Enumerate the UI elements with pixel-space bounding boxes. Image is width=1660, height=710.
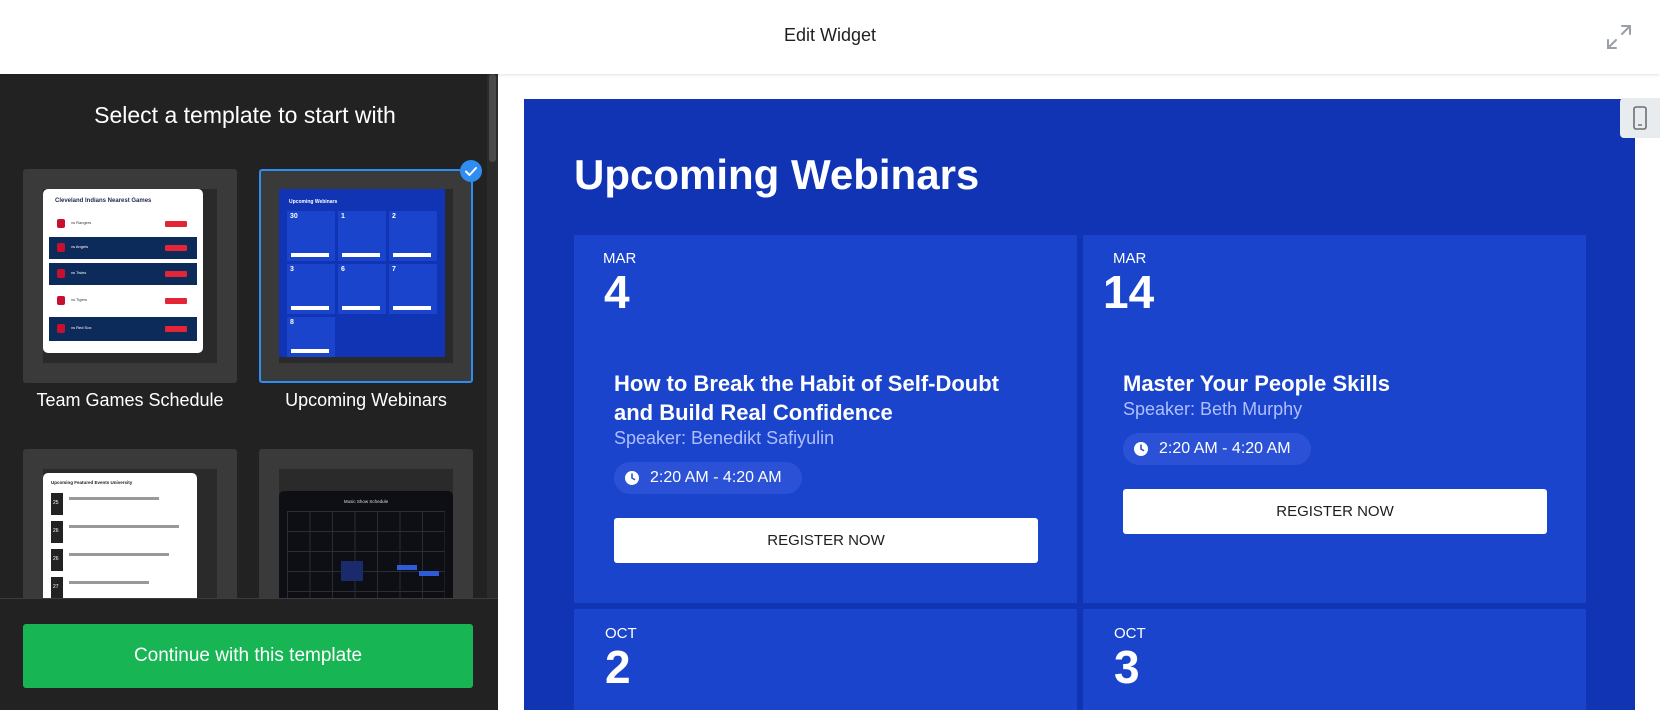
- register-now-button[interactable]: REGISTER NOW: [1123, 489, 1547, 534]
- thumb-day: 1: [341, 213, 345, 220]
- expand-arrows-icon[interactable]: [1604, 22, 1634, 52]
- thumb-day: 26: [53, 556, 59, 562]
- template-thumbnail: Upcoming Webinars 30 1 2 3 6 7 8: [279, 189, 453, 363]
- event-title: Master Your People Skills: [1123, 371, 1390, 396]
- template-label-upcoming-webinars: Upcoming Webinars: [285, 390, 447, 410]
- widget-preview-area: Upcoming Webinars MAR 4 How to Break the…: [498, 74, 1660, 710]
- thumb-game: vs Rangers: [71, 220, 92, 225]
- template-sidebar: Select a template to start with Clevelan…: [0, 74, 498, 710]
- thumb-day: 26: [53, 528, 59, 534]
- thumb-events-title: Upcoming Featured Events University: [51, 480, 133, 485]
- webinars-widget-preview: Upcoming Webinars MAR 4 How to Break the…: [524, 99, 1635, 710]
- thumb-day: 2: [392, 213, 396, 220]
- event-card: MAR 14 Master Your People Skills Speaker…: [1083, 235, 1586, 603]
- thumb-day: 3: [290, 266, 294, 273]
- top-bar: Edit Widget: [0, 0, 1660, 74]
- thumb-day: 25: [53, 500, 59, 506]
- thumb-day: 7: [392, 266, 396, 273]
- sidebar-footer: Continue with this template: [0, 598, 498, 710]
- template-card-team-games[interactable]: Cleveland Indians Nearest Games vs Range…: [23, 169, 237, 383]
- thumb-game: vs Angels: [71, 244, 89, 249]
- clock-icon: [1134, 442, 1148, 456]
- template-card-upcoming-webinars[interactable]: Upcoming Webinars 30 1 2 3 6 7 8: [259, 169, 473, 383]
- mobile-device-icon[interactable]: [1620, 98, 1660, 138]
- thumb-webinars-title: Upcoming Webinars: [289, 199, 338, 205]
- header-title: Edit Widget: [783, 25, 877, 45]
- event-speaker: Speaker: Benedikt Safiyulin: [614, 428, 835, 448]
- event-speaker: Speaker: Beth Murphy: [1123, 399, 1303, 419]
- event-title: How to Break the Habit of Self-Doubt and…: [614, 371, 999, 425]
- event-time-pill: 2:20 AM - 4:20 AM: [614, 462, 802, 494]
- event-day: 4: [604, 266, 630, 318]
- event-card: MAR 4 How to Break the Habit of Self-Dou…: [574, 235, 1077, 603]
- thumb-game: vs Red Sox: [71, 325, 92, 330]
- thumb-team-title: Cleveland Indians Nearest Games: [55, 198, 152, 204]
- continue-button[interactable]: Continue with this template: [23, 624, 473, 688]
- preview-title: Upcoming Webinars: [574, 151, 980, 198]
- thumb-day: 30: [290, 213, 298, 220]
- clock-icon: [625, 471, 639, 485]
- thumb-calendar-title: Music Show Schedule: [343, 499, 389, 504]
- register-now-button[interactable]: REGISTER NOW: [614, 518, 1038, 563]
- event-time: 2:20 AM - 4:20 AM: [1159, 440, 1291, 457]
- event-day: 3: [1114, 641, 1140, 693]
- event-day: 2: [605, 641, 631, 693]
- event-card: OCT 2: [574, 609, 1077, 710]
- thumb-game: vs Tigers: [71, 297, 88, 302]
- thumb-day: 8: [290, 319, 294, 326]
- thumb-day: 27: [53, 584, 59, 590]
- thumb-day: 6: [341, 266, 345, 273]
- selected-check-icon: [460, 160, 482, 182]
- sidebar-heading: Select a template to start with: [94, 102, 396, 128]
- template-label-team-games: Team Games Schedule: [36, 390, 224, 410]
- template-thumbnail: Cleveland Indians Nearest Games vs Range…: [43, 189, 217, 363]
- thumb-game: vs Twins: [71, 270, 87, 275]
- event-card: OCT 3: [1083, 609, 1586, 710]
- event-day: 14: [1103, 266, 1155, 318]
- event-time: 2:20 AM - 4:20 AM: [650, 469, 782, 486]
- event-time-pill: 2:20 AM - 4:20 AM: [1123, 433, 1311, 465]
